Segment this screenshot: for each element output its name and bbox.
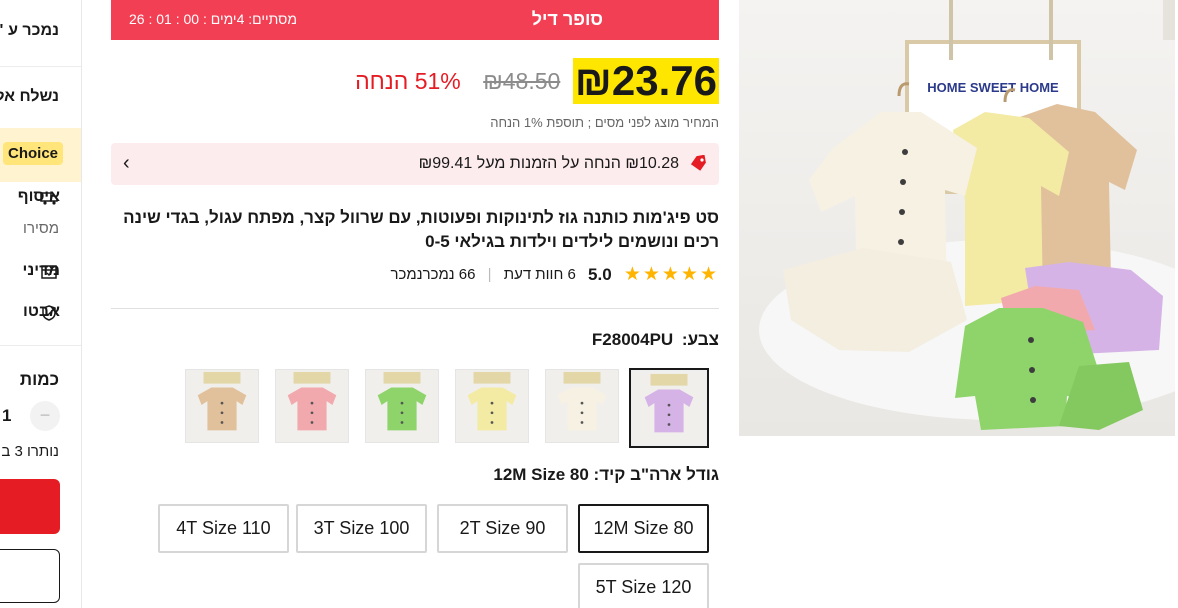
tax-note: המחיר מוצג לפני מסים ; תוספת 1% הנחה [490, 115, 719, 130]
size-option[interactable]: 4T Size 110 [158, 504, 289, 553]
color-swatch[interactable] [275, 369, 349, 443]
deal-title: סופר דיל [531, 9, 603, 29]
color-swatches [169, 368, 709, 449]
size-value: 12M Size 80 [493, 465, 589, 484]
section-divider [111, 308, 719, 309]
truck-icon [40, 190, 58, 206]
product-main-image[interactable]: HOME SWEET HOME [739, 0, 1175, 436]
swatch-image [456, 370, 528, 442]
quantity-label: כמות [19, 370, 59, 389]
coupon-banner[interactable]: ₪10.28 הנחה על הזמנות מעל ₪99.41 ‹ [111, 143, 719, 185]
color-value: F28004PU [591, 330, 674, 349]
feature-policy[interactable]: מדיני [0, 260, 81, 284]
sign-text: HOME SWEET HOME [927, 80, 1059, 95]
size-option[interactable]: 2T Size 90 [437, 504, 568, 553]
quantity-minus-button[interactable]: − [30, 401, 60, 431]
product-photo: HOME SWEET HOME [739, 0, 1175, 436]
add-to-cart-button[interactable] [0, 549, 60, 603]
color-swatch[interactable] [365, 369, 439, 443]
sold-count: 66 נמכרנמכר [390, 266, 476, 283]
shield-icon [40, 305, 58, 321]
color-label-text: צבע: [681, 330, 719, 349]
rating-separator: | [487, 266, 492, 283]
review-count[interactable]: 6 חוות דעת [504, 266, 576, 283]
chevron-left-icon: ‹ [123, 152, 130, 174]
super-deal-banner: סופר דיל מסתיים: 4ימים : 00 : 01 : 26 [111, 0, 719, 40]
size-label-text: גודל ארה"ב קיד: [593, 465, 719, 484]
deal-countdown: מסתיים: 4ימים : 00 : 01 : 26 [129, 11, 297, 27]
size-option[interactable]: 5T Size 120 [578, 563, 709, 608]
deal-ends-label: מסתיים: [248, 11, 297, 27]
size-option[interactable]: 3T Size 100 [296, 504, 427, 553]
size-option[interactable]: 12M Size 80 [578, 504, 709, 553]
coupon-text: ₪10.28 הנחה על הזמנות מעל ₪99.41 [418, 155, 679, 172]
color-swatch[interactable] [629, 368, 709, 448]
swatch-image [546, 370, 618, 442]
price-row: ₪23.76 ₪48.50 51% הנחה [111, 58, 719, 106]
sold-by-label: נמכר ע " [0, 22, 59, 39]
original-price: ₪48.50 [483, 67, 561, 94]
size-label: גודל ארה"ב קיד: 12M Size 80 [493, 465, 719, 485]
swatch-image [276, 370, 348, 442]
rating-score: 5.0 [588, 264, 612, 284]
stock-remaining: נותרו 3 ב [1, 443, 59, 460]
discount-percent: 51% הנחה [355, 67, 461, 94]
color-swatch[interactable] [185, 369, 259, 443]
swatch-image [186, 370, 258, 442]
choice-badge: Choice [3, 142, 64, 165]
rating-row[interactable]: ★★★★★ 5.0 6 חוות דעת | 66 נמכרנמכר [391, 263, 719, 285]
feature-security[interactable]: אבטו [0, 301, 81, 325]
color-label: צבע: F28004PU [592, 330, 719, 350]
buy-now-button[interactable] [0, 479, 60, 534]
ship-to-label[interactable]: נשלח אל [0, 88, 59, 106]
feature-pickup[interactable]: איסוף [0, 186, 81, 210]
quantity-value[interactable]: 1 [2, 406, 11, 426]
color-swatch[interactable] [545, 369, 619, 443]
swatch-image [366, 370, 438, 442]
tag-icon [689, 154, 707, 173]
product-title: סט פיג'מות כותנה גוז לתינוקות ופעוטות, ע… [123, 208, 719, 251]
star-rating-icon: ★★★★★ [623, 264, 719, 285]
deal-ends-value: 4ימים : 00 : 01 : 26 [129, 11, 245, 27]
current-price: ₪23.76 [572, 57, 719, 104]
swatch-image [633, 372, 705, 444]
color-swatch[interactable] [455, 369, 529, 443]
purchase-sidebar: נמכר ע " נשלח אל Choice איסוף מסירו מדינ… [0, 0, 82, 608]
sidebar-divider [0, 66, 81, 67]
return-icon [40, 264, 58, 280]
sidebar-divider [0, 345, 81, 346]
feature-pickup-sub: מסירו [23, 220, 59, 237]
